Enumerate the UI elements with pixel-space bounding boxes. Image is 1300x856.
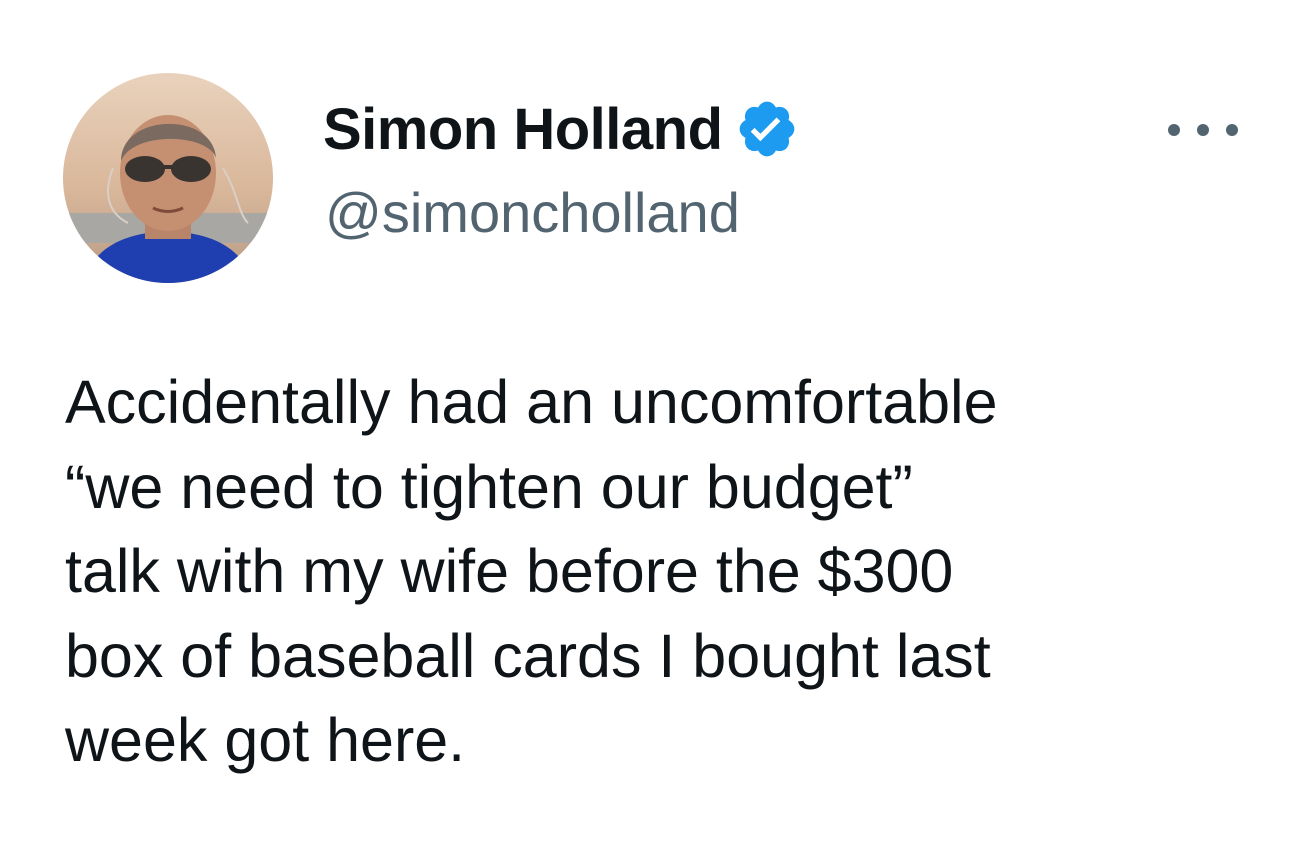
tweet-text-line: week got here. [65,706,466,774]
author-handle[interactable]: @simoncholland [325,180,740,245]
tweet-text-line: Accidentally had an uncomfortable [65,368,998,436]
display-name[interactable]: Simon Holland [323,96,723,163]
tweet-text-line: box of baseball cards I bought last [65,621,991,690]
dot [1226,124,1238,136]
tweet-card: Simon Holland @simoncholland Accidentall… [0,0,1300,856]
dot [1168,124,1180,136]
tweet-text: Accidentally had an uncomfortable “we ne… [65,360,1265,783]
more-options-icon[interactable] [1168,110,1238,150]
tweet-text-line: talk with my wife before the $300 [65,537,954,605]
verified-badge-icon [735,97,799,161]
avatar[interactable] [63,73,273,283]
avatar-photo [63,73,273,283]
dot [1197,124,1209,136]
tweet-text-line: “we need to tighten our budget” [65,452,913,521]
author-name-row: Simon Holland [323,94,799,164]
